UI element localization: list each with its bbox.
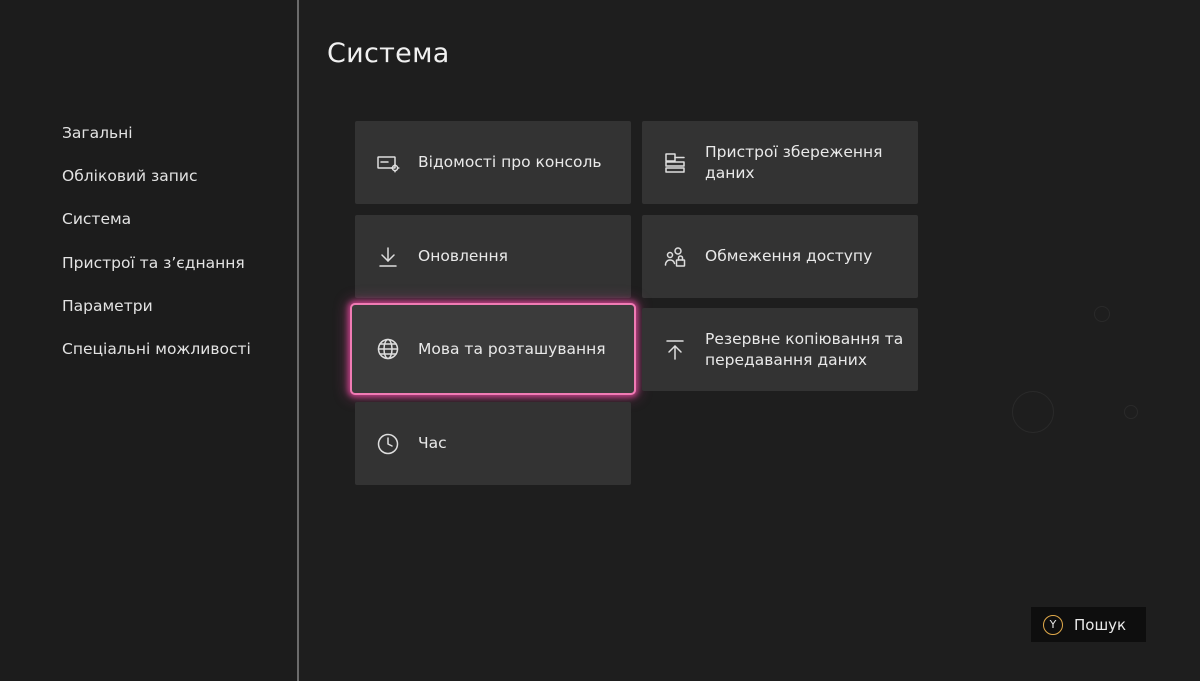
tile-label: Пристрої збереження даних — [705, 142, 883, 182]
tile-backup-transfer[interactable]: Резервне копіювання та передавання даних — [642, 308, 918, 391]
search-label: Пошук — [1074, 615, 1127, 634]
sidebar-divider — [297, 0, 299, 681]
clock-icon — [375, 431, 401, 457]
y-button-icon: Y — [1043, 614, 1063, 635]
sidebar-item-system[interactable]: Система — [62, 208, 251, 251]
tile-label: Обмеження доступу — [705, 247, 873, 265]
globe-icon — [375, 336, 401, 362]
page-title: Система — [327, 38, 450, 69]
tile-updates[interactable]: Оновлення — [355, 215, 631, 298]
download-icon — [375, 244, 401, 270]
upload-icon — [662, 337, 688, 363]
tile-access-restrictions[interactable]: Обмеження доступу — [642, 215, 918, 298]
tile-label: Резервне копіювання та передавання даних — [705, 329, 904, 369]
tile-label: Мова та розташування — [418, 339, 606, 358]
search-button[interactable]: Y Пошук — [1031, 607, 1146, 642]
sidebar-item-preferences[interactable]: Параметри — [62, 295, 251, 338]
system-settings-screen: Загальні Обліковий запис Система Пристро… — [0, 0, 1200, 681]
sidebar-item-account[interactable]: Обліковий запис — [62, 165, 251, 208]
sidebar-item-general[interactable]: Загальні — [62, 122, 251, 165]
storage-icon — [662, 150, 688, 176]
background-art — [1012, 391, 1054, 433]
sidebar-item-accessibility[interactable]: Спеціальні можливості — [62, 338, 251, 381]
console-info-icon — [375, 150, 401, 176]
sidebar-nav: Загальні Обліковий запис Система Пристро… — [62, 122, 251, 381]
tile-label: Час — [418, 434, 447, 452]
sidebar-item-devices-connections[interactable]: Пристрої та з’єднання — [62, 252, 251, 295]
tile-label: Відомості про консоль — [418, 153, 602, 171]
background-art — [1094, 306, 1110, 322]
tile-language-location[interactable]: Мова та розташування — [350, 303, 636, 395]
background-art — [1124, 405, 1138, 419]
tile-storage-devices[interactable]: Пристрої збереження даних — [642, 121, 918, 204]
tile-console-info[interactable]: Відомості про консоль — [355, 121, 631, 204]
tile-label: Оновлення — [418, 247, 508, 265]
tile-time[interactable]: Час — [355, 402, 631, 485]
sidebar: Загальні Обліковий запис Система Пристро… — [0, 0, 298, 681]
users-lock-icon — [662, 244, 688, 270]
